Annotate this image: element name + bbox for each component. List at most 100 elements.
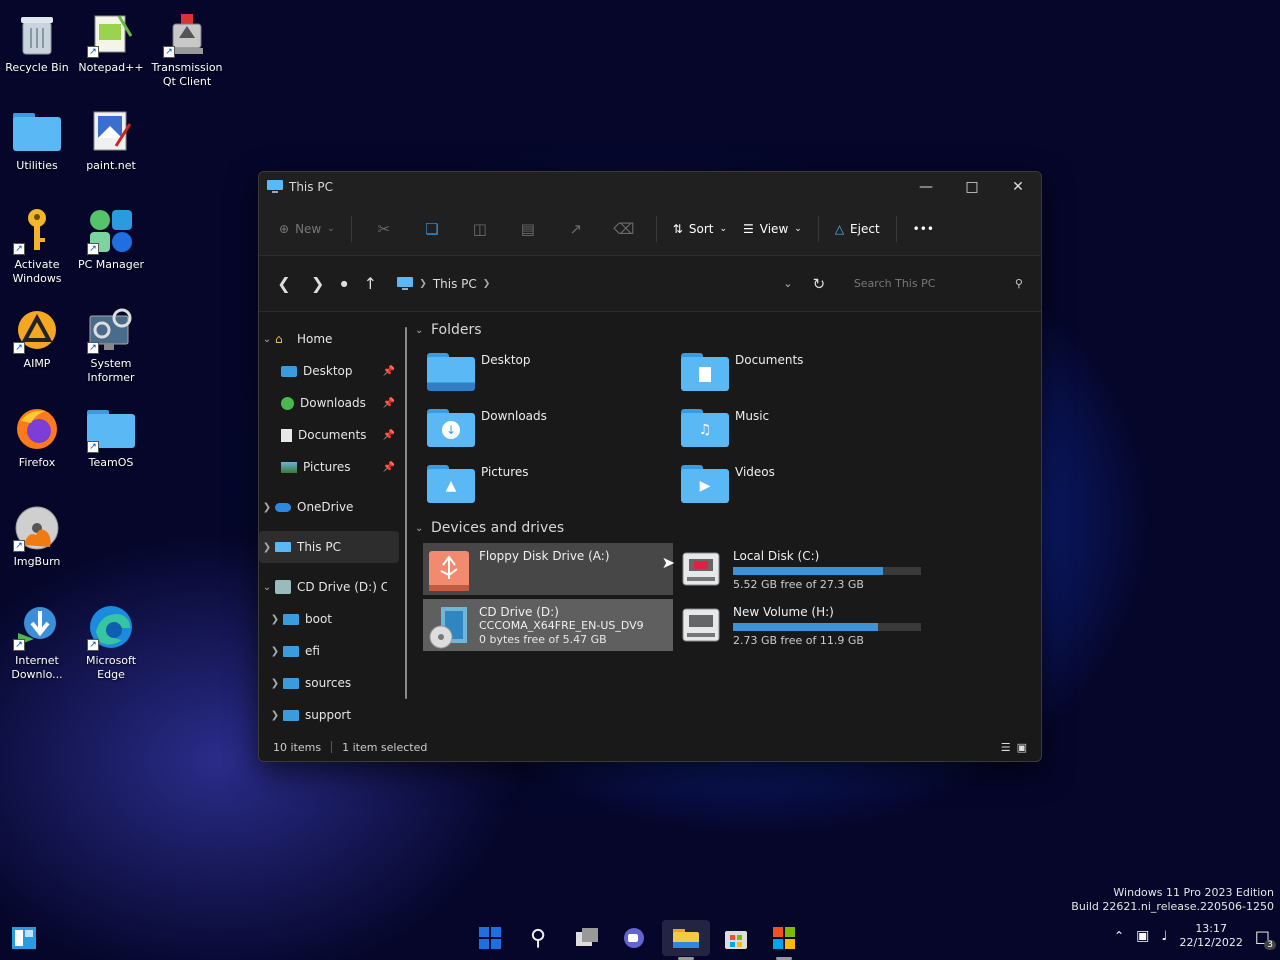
copy-button[interactable]: ❏ — [408, 220, 456, 238]
drive-floppy-a[interactable]: Floppy Disk Drive (A:) ➤ — [423, 543, 675, 595]
chevron-down-icon: ⌄ — [262, 581, 272, 593]
minimize-button[interactable]: — — [903, 172, 949, 202]
desktop-icon-transmission[interactable]: ↗ Transmission Qt Client — [150, 10, 224, 89]
nav-label: OneDrive — [297, 500, 354, 514]
drive-usage-fill — [733, 623, 878, 631]
shortcut-arrow-icon: ↗ — [163, 46, 175, 58]
toolbar-divider — [895, 215, 897, 242]
nav-item-sources[interactable]: ❯ sources — [259, 667, 399, 699]
address-history-dropdown[interactable]: ⌄ — [774, 268, 802, 300]
desktop-icon-firefox[interactable]: Firefox — [0, 405, 74, 470]
nav-item-pictures[interactable]: Pictures 📌 — [259, 451, 399, 483]
cut-button[interactable]: ✂ — [360, 220, 408, 238]
task-view-button[interactable] — [568, 920, 608, 956]
desktop-icon-utilities[interactable]: Utilities — [0, 108, 74, 173]
clipboard-icon: ◫ — [472, 219, 487, 238]
folder-pictures[interactable]: ▲ Pictures — [423, 457, 677, 513]
details-view-button[interactable]: ☰ — [1001, 741, 1011, 754]
desktop-icon-label: Firefox — [18, 456, 56, 469]
address-bar[interactable]: ❯ This PC ❯ — [387, 268, 774, 300]
desktop-icon-notepad-plus-plus[interactable]: ↗ Notepad++ — [74, 10, 148, 75]
more-options-button[interactable]: ••• — [905, 213, 942, 245]
paste-button[interactable]: ◫ — [456, 220, 504, 238]
start-button[interactable] — [470, 920, 510, 956]
recent-locations-button[interactable]: ● — [335, 268, 354, 300]
network-icon[interactable]: ▣ — [1136, 928, 1149, 944]
notepad-plus-plus-icon: ↗ — [87, 10, 135, 58]
volume-muted-icon[interactable]: ♩ — [1161, 929, 1167, 944]
search-icon: ⚲ — [529, 925, 547, 951]
new-button[interactable]: ⊕ New ⌄ — [271, 213, 343, 245]
refresh-button[interactable]: ↻ — [802, 268, 836, 300]
desktop-icon-imgburn[interactable]: ↗ ImgBurn — [0, 504, 74, 569]
widgets-button[interactable] — [4, 920, 44, 956]
chevron-down-icon: ⌄ — [783, 277, 793, 290]
folder-downloads[interactable]: ↓ Downloads — [423, 401, 677, 457]
file-explorer-window[interactable]: This PC — □ ✕ ⊕ New ⌄ ✂ ❏ ◫ ▤ ↗ ⌫ ⇅ Sort… — [258, 171, 1042, 762]
sort-button[interactable]: ⇅ Sort ⌄ — [665, 213, 735, 245]
nav-item-onedrive[interactable]: ❯ OneDrive — [259, 491, 399, 523]
desktop-icon-system-informer[interactable]: ↗ System Informer — [74, 306, 148, 385]
desktop-icon-teamos[interactable]: ↗ TeamOS — [74, 405, 148, 470]
nav-item-this-pc[interactable]: ❯ This PC — [259, 531, 399, 563]
desktop-icon-microsoft-edge[interactable]: ↗ Microsoft Edge — [74, 603, 148, 682]
search-box[interactable]: Search This PC ⚲ — [844, 268, 1033, 300]
drive-new-volume-h[interactable]: New Volume (H:) 2.73 GB free of 11.9 GB — [677, 599, 931, 655]
search-button[interactable]: ⚲ — [518, 920, 558, 956]
nav-item-downloads[interactable]: Downloads 📌 — [259, 387, 399, 419]
maximize-button[interactable]: □ — [949, 172, 995, 202]
notifications-button[interactable]: □ 3 — [1255, 927, 1276, 950]
chat-button[interactable] — [614, 920, 654, 956]
clock[interactable]: 13:17 22/12/2022 — [1179, 922, 1242, 950]
devices-group-header[interactable]: ⌄ Devices and drives — [415, 517, 1041, 539]
chevron-up-icon[interactable]: ⌃ — [1114, 929, 1124, 943]
rename-icon: ▤ — [520, 219, 535, 238]
folder-desktop[interactable]: Desktop — [423, 345, 677, 401]
folder-music[interactable]: ♫ Music — [677, 401, 931, 457]
view-button[interactable]: ☰ View ⌄ — [735, 213, 810, 245]
music-folder-icon: ♫ — [681, 405, 729, 449]
folder-videos[interactable]: ▶ Videos — [677, 457, 931, 513]
breadcrumb-chevron-icon: ❯ — [482, 278, 491, 289]
nav-item-efi[interactable]: ❯ efi — [259, 635, 399, 667]
home-icon: ⌂ — [275, 332, 283, 346]
drive-cd-d[interactable]: CD Drive (D:) CCCOMA_X64FRE_EN-US_DV9 0 … — [423, 599, 673, 651]
eject-button[interactable]: △ Eject — [827, 213, 888, 245]
desktop-icon-pc-manager[interactable]: ↗ PC Manager — [74, 207, 148, 272]
clock-date: 22/12/2022 — [1179, 936, 1243, 949]
desktop-icon-activate-windows[interactable]: ↗ Activate Windows — [0, 207, 74, 286]
shortcut-arrow-icon: ↗ — [87, 342, 99, 354]
up-button[interactable]: ↑ — [353, 268, 387, 300]
desktop-icon-paint-net[interactable]: paint.net — [74, 108, 148, 173]
back-button[interactable]: ❮ — [267, 268, 301, 300]
nav-item-documents[interactable]: Documents 📌 — [259, 419, 399, 451]
file-explorer-taskbar-button[interactable] — [662, 920, 710, 960]
nav-item-support[interactable]: ❯ support — [259, 699, 399, 731]
folder-documents[interactable]: Documents — [677, 345, 931, 401]
title-bar[interactable]: This PC — □ ✕ — [259, 172, 1041, 202]
rename-button[interactable]: ▤ — [504, 220, 552, 238]
nav-item-home[interactable]: ⌄ ⌂ Home — [259, 323, 399, 355]
desktop-icon-internet-download-manager[interactable]: ↗ Internet Downlo... — [0, 603, 74, 682]
drive-local-c[interactable]: Local Disk (C:) 5.52 GB free of 27.3 GB — [677, 543, 931, 599]
forward-button[interactable]: ❯ — [301, 268, 335, 300]
system-informer-icon: ↗ — [87, 306, 135, 354]
nav-item-boot[interactable]: ❯ boot — [259, 603, 399, 635]
desktop-icon-recycle-bin[interactable]: Recycle Bin — [0, 10, 74, 75]
share-button[interactable]: ↗ — [552, 220, 600, 238]
transmission-icon: ↗ — [163, 10, 211, 58]
desktop-icon-aimp[interactable]: ↗ AIMP — [0, 306, 74, 371]
windows-xp-app-button[interactable] — [764, 920, 804, 960]
hard-drive-icon — [681, 549, 725, 593]
close-button[interactable]: ✕ — [995, 172, 1041, 202]
microsoft-store-button[interactable] — [716, 920, 756, 956]
classic-windows-icon — [773, 927, 795, 949]
folders-group-header[interactable]: ⌄ Folders — [415, 319, 1041, 341]
breadcrumb-this-pc[interactable]: This PC — [433, 277, 477, 291]
tiles-view-button[interactable]: ▣ — [1017, 741, 1027, 754]
nav-item-cd-drive[interactable]: ⌄ CD Drive (D:) CCC — [259, 571, 399, 603]
desktop-icon-label: ImgBurn — [13, 555, 61, 568]
nav-item-desktop[interactable]: Desktop 📌 — [259, 355, 399, 387]
desktop-icon-label: Transmission Qt Client — [151, 61, 223, 88]
delete-button[interactable]: ⌫ — [600, 220, 648, 238]
